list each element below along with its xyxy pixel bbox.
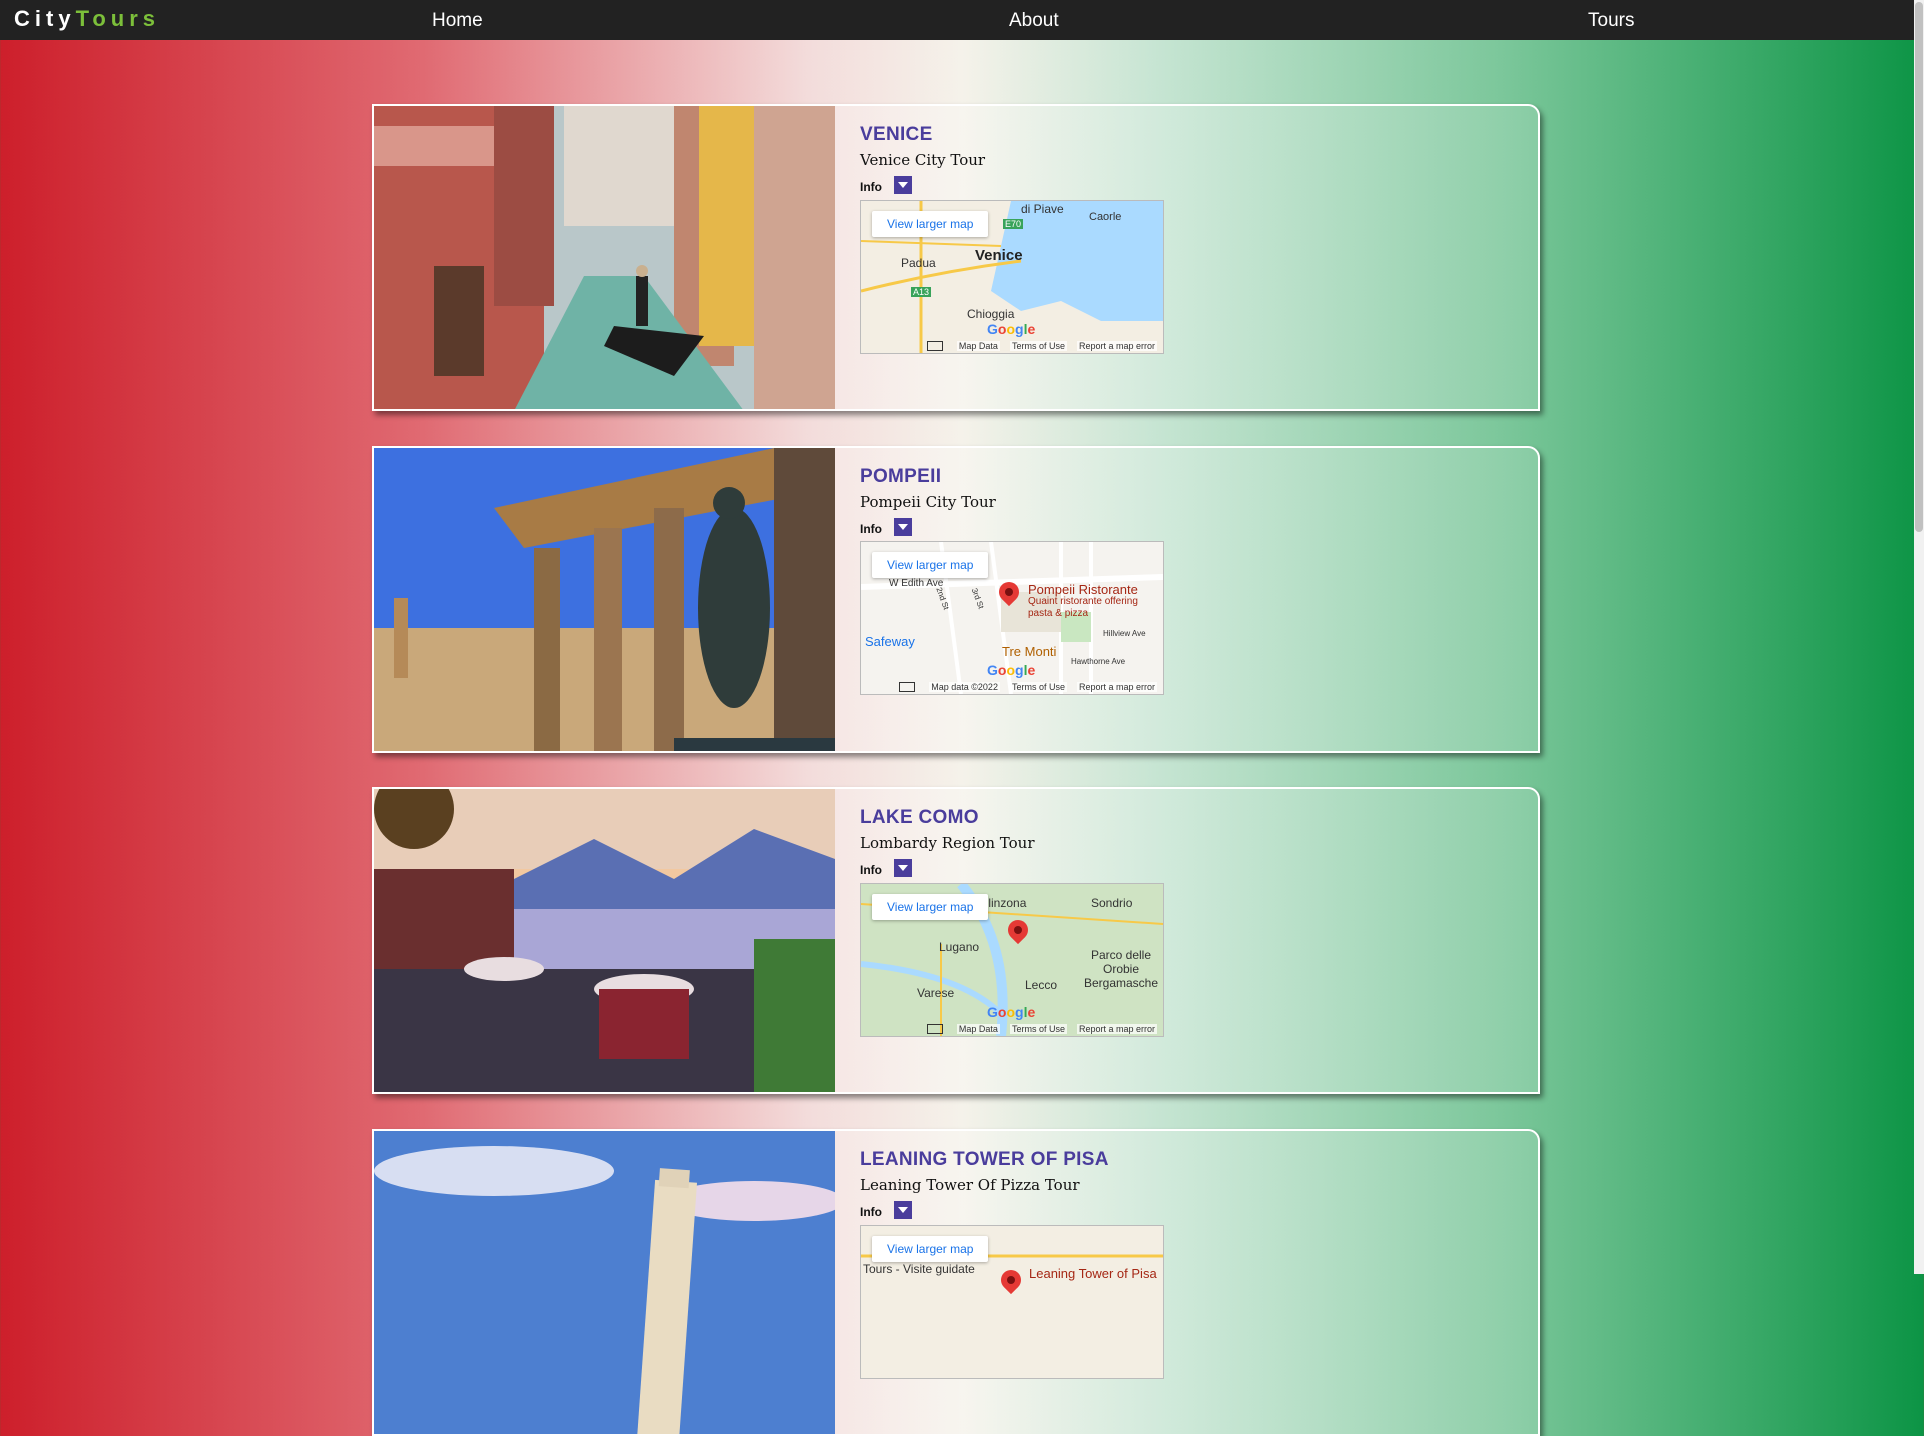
map-label: di Piave (1021, 202, 1064, 216)
map-embed-venice[interactable]: di Piave Caorle Padua Venice Chioggia E7… (860, 200, 1164, 354)
tour-photo-venice (374, 106, 835, 409)
tour-subtitle: Lombardy Region Tour (860, 834, 1035, 852)
info-dropdown-button[interactable] (894, 859, 912, 877)
map-data-label: Map data ©2022 (929, 682, 1000, 692)
map-label: Venice (975, 247, 1023, 264)
tour-info-pompeii: POMPEII Pompeii City Tour Info (860, 466, 996, 539)
tour-title: LAKE COMO (860, 807, 979, 828)
info-dropdown-button[interactable] (894, 1201, 912, 1219)
map-label: Hawthorne Ave (1071, 657, 1126, 666)
nav-link-home[interactable]: Home (432, 10, 483, 32)
map-label: Varese (917, 986, 955, 1000)
nav-link-tours[interactable]: Tours (1588, 10, 1634, 32)
tour-subtitle: Venice City Tour (860, 151, 986, 169)
terms-link[interactable]: Terms of Use (1009, 682, 1067, 692)
logo[interactable]: CityTours (14, 6, 160, 32)
logo-tours: Tours (75, 6, 161, 31)
map-label: E70 (1003, 219, 1024, 229)
info-label: Info (860, 863, 882, 877)
tour-card-lake-como: LAKE COMO Lombardy Region Tour Info Sond… (372, 787, 1540, 1094)
tour-subtitle: Leaning Tower Of Pizza Tour (860, 1176, 1080, 1194)
tour-card-pompeii: POMPEII Pompeii City Tour Info W Edith A… (372, 446, 1540, 753)
map-footer: Map Data Terms of Use Report a map error (861, 339, 1163, 353)
view-larger-map-link[interactable]: View larger map (872, 1236, 989, 1262)
map-label: Chioggia (967, 307, 1015, 321)
navbar: CityTours Home About Tours (0, 0, 1914, 40)
tour-photo-pisa (374, 1131, 835, 1434)
map-label: Quaint ristorante offering pasta & pizza (1028, 596, 1138, 619)
keyboard-icon[interactable] (926, 1024, 943, 1034)
map-label: Lecco (1025, 978, 1058, 992)
info-label: Info (860, 180, 882, 194)
google-logo: Google (987, 662, 1036, 678)
tour-photo-pompeii (374, 448, 835, 751)
report-error-link[interactable]: Report a map error (1076, 682, 1157, 692)
view-larger-map-link[interactable]: View larger map (872, 552, 989, 578)
map-embed-pompeii[interactable]: W Edith Ave Pompeii Ristorante Quaint ri… (860, 541, 1164, 695)
keyboard-icon[interactable] (926, 341, 943, 351)
keyboard-icon[interactable] (899, 682, 916, 692)
tour-photo-lake-como (374, 789, 835, 1092)
tour-info-lake-como: LAKE COMO Lombardy Region Tour Info (860, 807, 1035, 880)
info-dropdown-button[interactable] (894, 518, 912, 536)
tour-card-pisa: LEANING TOWER OF PISA Leaning Tower Of P… (372, 1129, 1540, 1436)
view-larger-map-link[interactable]: View larger map (872, 211, 989, 237)
tour-title: LEANING TOWER OF PISA (860, 1149, 1109, 1170)
map-label: Lugano (939, 940, 980, 954)
google-logo: Google (987, 321, 1036, 337)
tour-info-pisa: LEANING TOWER OF PISA Leaning Tower Of P… (860, 1149, 1109, 1222)
tour-title: VENICE (860, 124, 933, 145)
info-label: Info (860, 1205, 882, 1219)
view-larger-map-link[interactable]: View larger map (872, 894, 989, 920)
map-embed-pisa[interactable]: Tours - Visite guidate Leaning Tower of … (860, 1225, 1164, 1379)
logo-city: City (14, 6, 76, 31)
info-dropdown-button[interactable] (894, 176, 912, 194)
map-label: Pompeii Ristorante (1028, 582, 1138, 597)
info-label: Info (860, 522, 882, 536)
terms-link[interactable]: Terms of Use (1009, 1024, 1067, 1034)
map-label: Caorle (1089, 211, 1122, 223)
scrollbar[interactable] (1914, 0, 1924, 1274)
nav-link-about[interactable]: About (1009, 10, 1059, 32)
report-error-link[interactable]: Report a map error (1076, 341, 1157, 351)
map-label: Hillview Ave (1103, 629, 1146, 638)
map-footer: Map Data Terms of Use Report a map error (861, 1022, 1163, 1036)
scrollbar-thumb[interactable] (1915, 2, 1923, 532)
map-label: Padua (901, 256, 936, 270)
tour-info-venice: VENICE Venice City Tour Info (860, 124, 985, 197)
terms-link[interactable]: Terms of Use (1009, 341, 1067, 351)
map-label: W Edith Ave (889, 578, 944, 589)
google-logo: Google (987, 1004, 1036, 1020)
map-label: Tre Monti (1002, 644, 1057, 659)
map-label: Sondrio (1091, 896, 1133, 910)
map-label: A13 (911, 287, 932, 297)
map-data-label: Map Data (956, 341, 1000, 351)
report-error-link[interactable]: Report a map error (1076, 1024, 1157, 1034)
tour-card-venice: VENICE Venice City Tour Info di Piave Ca… (372, 104, 1540, 411)
map-footer: Map data ©2022 Terms of Use Report a map… (861, 680, 1163, 694)
tour-subtitle: Pompeii City Tour (860, 493, 996, 511)
map-data-label: Map Data (956, 1024, 1000, 1034)
map-label: Parco delle Orobie Bergamasche (1083, 948, 1159, 990)
map-label: Safeway (865, 634, 915, 649)
tour-title: POMPEII (860, 466, 942, 487)
map-embed-lake-como[interactable]: Sondrio ellinzona Lugano Parco delle Oro… (860, 883, 1164, 1037)
